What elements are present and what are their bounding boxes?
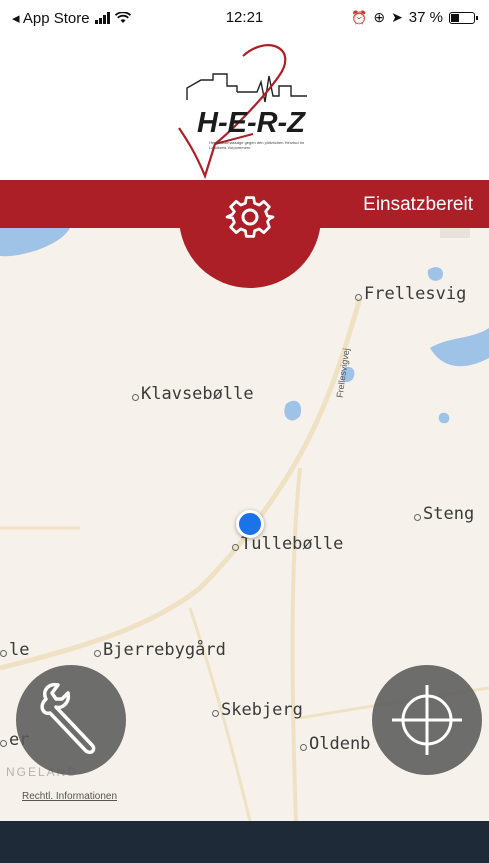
legal-information-link[interactable]: Rechtl. Informationen xyxy=(22,791,117,802)
place-label: Oldenb xyxy=(300,734,370,754)
crosshair-icon xyxy=(392,685,462,755)
map-corner xyxy=(440,228,470,238)
road xyxy=(290,467,302,821)
road xyxy=(0,297,363,671)
wrench-icon xyxy=(40,682,96,755)
status-bar: ◂ App Store 12:21 ⏰ ⊕ ➤ 37 % xyxy=(0,0,489,36)
water-area xyxy=(0,228,70,257)
water-area xyxy=(430,328,489,367)
water-area xyxy=(438,412,450,424)
alarm-icon: ⏰ xyxy=(351,9,368,25)
place-label: le xyxy=(0,640,29,660)
bottom-bar xyxy=(0,821,489,863)
availability-status-label: Einsatzbereit xyxy=(363,194,473,215)
place-label: Skebjerg xyxy=(212,700,303,720)
user-location-dot xyxy=(236,510,264,538)
logo-text: H-E-R-Z xyxy=(197,107,305,139)
status-right: ⏰ ⊕ ➤ 37 % xyxy=(351,9,478,26)
location-arrow-icon: ➤ xyxy=(391,9,403,25)
place-label: Frellesvig xyxy=(355,284,466,304)
water-area xyxy=(284,400,302,421)
gear-icon xyxy=(225,196,275,238)
battery-fill xyxy=(451,13,459,22)
header: H-E-R-Z Herzdruckmassage gegen den plötz… xyxy=(0,36,489,180)
water-area xyxy=(427,267,443,281)
place-label: Bjerrebygård xyxy=(94,640,226,660)
rotation-lock-icon: ⊕ xyxy=(373,9,386,25)
tools-button[interactable] xyxy=(16,665,126,775)
battery-percent: 37 % xyxy=(408,9,443,26)
place-label: Klavsebølle xyxy=(132,384,254,404)
center-location-button[interactable] xyxy=(372,665,482,775)
battery-icon xyxy=(449,11,478,24)
logo-caption: Herzdruckmassage gegen den plötzlichen H… xyxy=(209,140,304,150)
place-label: Steng xyxy=(414,504,474,524)
